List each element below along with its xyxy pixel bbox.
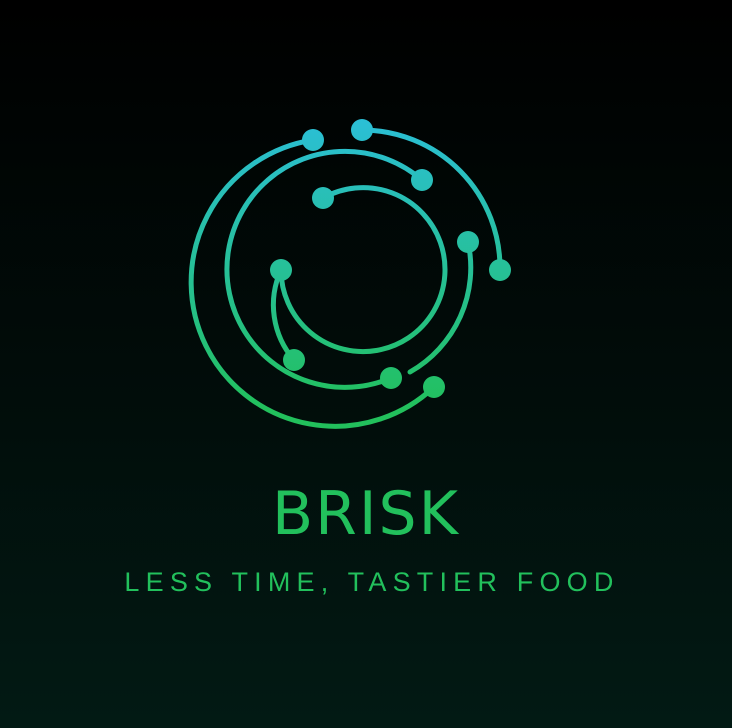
node-dot — [457, 231, 479, 253]
node-dot — [283, 349, 305, 371]
brand-tagline: LESS TIME, TASTIER FOOD — [124, 567, 620, 597]
node-dot — [312, 187, 334, 209]
middle-arc-right — [407, 239, 474, 375]
node-dot — [423, 376, 445, 398]
circular-circuit-emblem-icon — [188, 119, 511, 429]
outer-arc-top — [359, 127, 503, 273]
node-dot — [489, 259, 511, 281]
node-dot — [351, 119, 373, 141]
middle-arc — [224, 148, 425, 390]
brand-name: BRISK — [272, 479, 460, 549]
logo-canvas: BRISK LESS TIME, TASTIER FOOD — [0, 0, 732, 728]
node-dot — [270, 259, 292, 281]
node-dot — [380, 367, 402, 389]
inner-arc — [278, 185, 448, 355]
node-dot — [302, 129, 324, 151]
node-dot — [411, 169, 433, 191]
